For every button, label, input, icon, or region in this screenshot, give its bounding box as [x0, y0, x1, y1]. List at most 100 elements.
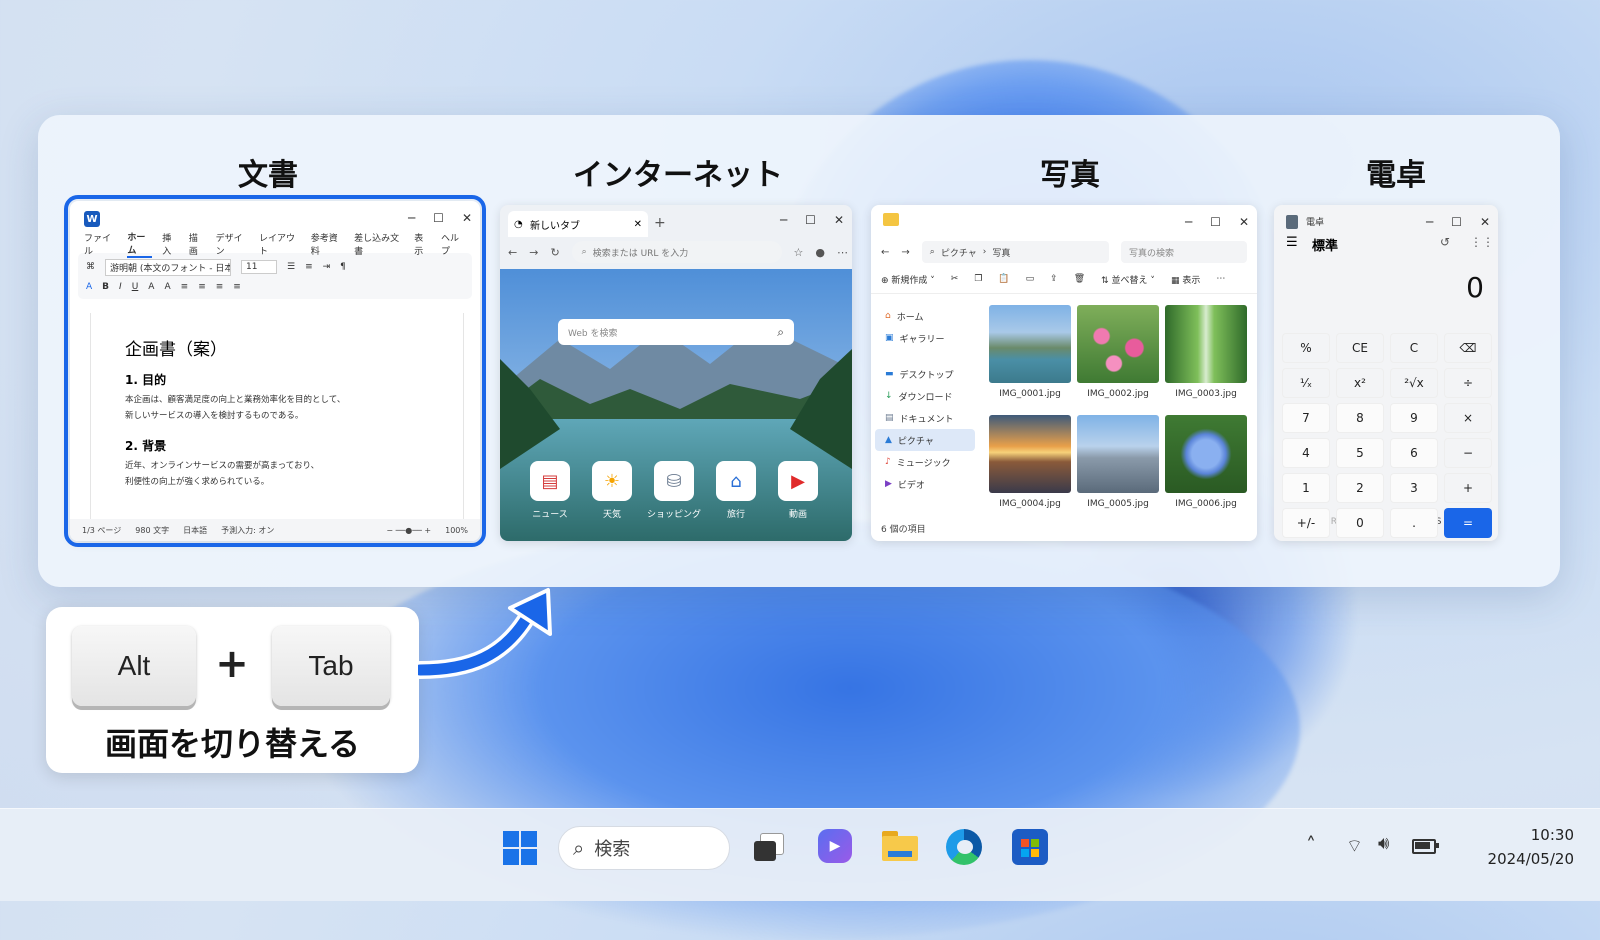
close-icon[interactable]: ✕ [1239, 215, 1249, 229]
calc-key-equals[interactable]: = [1444, 508, 1492, 538]
battery-icon[interactable] [1412, 839, 1439, 854]
quicklink-shopping[interactable]: ⛁ ショッピング [643, 461, 705, 520]
sidebar-item-gallery[interactable]: ▣ ギャラリー [875, 327, 975, 349]
view-button[interactable]: ▦ 表示 [1171, 273, 1200, 286]
calc-key-multiply[interactable]: × [1444, 403, 1492, 433]
window-word[interactable]: W ─ ☐ ✕ ファイル ホーム 挿入 描画 デザイン レイアウト 参考資料 差… [64, 195, 486, 547]
share-icon[interactable]: ⇪ [1050, 274, 1058, 284]
maximize-icon[interactable]: ☐ [1451, 215, 1462, 229]
styles-icon[interactable]: ¶ [340, 262, 346, 272]
hamburger-menu-icon[interactable]: ☰ [1286, 235, 1298, 250]
sidebar-item-desktop[interactable]: ▬ デスクトップ [875, 363, 975, 385]
profile-icon[interactable]: ● [815, 246, 825, 259]
edge-browser-icon[interactable] [946, 829, 982, 865]
more-icon[interactable]: ⋯ [837, 246, 848, 259]
volume-icon[interactable]: 🔊︎ [1378, 833, 1389, 854]
sidebar-item-pictures[interactable]: ▲ ピクチャ [875, 429, 975, 451]
minimize-icon[interactable]: ─ [408, 211, 415, 225]
window-explorer[interactable]: ─ ☐ ✕ ← → ⌕ ピクチャ › 写真 写真の検索 ⊕ 新規作成 ˅ ✂ ❐… [871, 205, 1257, 541]
quicklink-weather[interactable]: ☀ 天気 [581, 461, 643, 520]
web-search-input[interactable]: Web を検索 ⌕ [558, 319, 794, 345]
quicklink-video[interactable]: ▶ 動画 [767, 461, 829, 520]
calc-key-digit-6[interactable]: 6 [1390, 438, 1438, 468]
justify-icon[interactable]: ≡ [233, 282, 241, 292]
clock[interactable]: 10:30 2024/05/20 [1488, 823, 1574, 871]
photo-thumbnail-sunset[interactable] [989, 415, 1071, 493]
photo-thumbnail-forest-stream[interactable] [1165, 305, 1247, 383]
history-icon[interactable]: ↺ [1440, 235, 1450, 249]
align-left-icon[interactable]: ≡ [181, 282, 189, 292]
minimize-icon[interactable]: ─ [780, 213, 787, 227]
calc-key-subtract[interactable]: − [1444, 438, 1492, 468]
store-icon[interactable] [1012, 829, 1048, 865]
calc-key-digit-8[interactable]: 8 [1336, 403, 1384, 433]
breadcrumb[interactable]: ⌕ ピクチャ › 写真 [921, 241, 1109, 263]
photo-thumbnail-hydrangea[interactable] [1165, 415, 1247, 493]
tab-close-icon[interactable]: ✕ [634, 219, 642, 230]
wifi-icon[interactable]: ⌔ [1346, 835, 1363, 858]
chat-icon[interactable]: ▶ [818, 829, 852, 863]
calc-key-digit-4[interactable]: 4 [1282, 438, 1330, 468]
calc-key-reciprocal[interactable]: ¹⁄ₓ [1282, 368, 1330, 398]
back-icon[interactable]: ← [881, 247, 889, 258]
window-calculator[interactable]: 電卓 ─ ☐ ✕ ☰ 標準 ↺ ⋮⋮ 0 MCMRM+M-MSM˅ %CEC⌫¹… [1274, 205, 1498, 541]
calc-key-add[interactable]: + [1444, 473, 1492, 503]
breadcrumb-item[interactable]: 写真 [992, 246, 1010, 259]
calc-key-backspace[interactable]: ⌫ [1444, 333, 1492, 363]
zoom-level[interactable]: 100% [445, 526, 468, 535]
format-painter-icon[interactable]: ⌘ [86, 262, 95, 272]
address-input[interactable]: ⌕ 検索または URL を入力 [571, 241, 782, 263]
photo-thumbnail-flowers[interactable] [1077, 305, 1159, 383]
window-edge[interactable]: ◔ 新しいタブ ✕ + ─ ☐ ✕ ← → ↻ ⌕ 検索または URL を入力 ☆… [500, 205, 852, 541]
italic-button[interactable]: I [119, 282, 122, 292]
close-icon[interactable]: ✕ [1480, 215, 1490, 229]
refresh-icon[interactable]: ↻ [550, 246, 559, 259]
forward-icon[interactable]: → [529, 246, 538, 259]
delete-icon[interactable]: 🗑 [1074, 274, 1085, 284]
calc-key-digit-2[interactable]: 2 [1336, 473, 1384, 503]
calc-key-square-root[interactable]: ²√x [1390, 368, 1438, 398]
sidebar-item-videos[interactable]: ▶ ビデオ [875, 473, 975, 495]
calc-key-clear-entry[interactable]: CE [1336, 333, 1384, 363]
align-center-icon[interactable]: ≡ [198, 282, 206, 292]
forward-icon[interactable]: → [901, 247, 909, 258]
start-icon[interactable] [503, 831, 537, 865]
highlight-icon[interactable]: A [164, 282, 170, 292]
bullets-icon[interactable]: ☰ [287, 262, 295, 272]
numbering-icon[interactable]: ≡ [305, 262, 313, 272]
font-size-select[interactable]: 11 [241, 260, 277, 274]
maximize-icon[interactable]: ☐ [1210, 215, 1221, 229]
show-hidden-icons-chevron-up-icon[interactable]: ˄ [1306, 833, 1316, 857]
quicklink-news[interactable]: ▤ ニュース [519, 461, 581, 520]
bold-button[interactable]: B [102, 282, 109, 292]
maximize-icon[interactable]: ☐ [433, 211, 444, 225]
sidebar-item-documents[interactable]: ▤ ドキュメント [875, 407, 975, 429]
file-explorer-icon[interactable] [882, 831, 918, 861]
favorites-icon[interactable]: ☆ [794, 246, 804, 259]
calc-key-divide[interactable]: ÷ [1444, 368, 1492, 398]
folder-search-input[interactable]: 写真の検索 [1121, 241, 1247, 263]
cut-icon[interactable]: ✂ [951, 274, 959, 284]
minimize-icon[interactable]: ─ [1185, 215, 1192, 229]
calc-key-negate[interactable]: +/- [1282, 508, 1330, 538]
close-icon[interactable]: ✕ [462, 211, 472, 225]
font-name-select[interactable]: 游明朝 (本文のフォント - 日本語) [105, 258, 231, 276]
memory-panel-icon[interactable]: ⋮⋮ [1470, 235, 1494, 249]
font-color-icon[interactable]: A [86, 282, 92, 292]
sidebar-item-home[interactable]: ⌂ ホーム [875, 305, 975, 327]
maximize-icon[interactable]: ☐ [805, 213, 816, 227]
calc-key-digit-7[interactable]: 7 [1282, 403, 1330, 433]
zoom-slider[interactable]: − ──●── + [386, 526, 431, 535]
new-button[interactable]: ⊕ 新規作成 ˅ [881, 273, 935, 286]
close-icon[interactable]: ✕ [834, 213, 844, 227]
calc-key-square[interactable]: x² [1336, 368, 1384, 398]
sidebar-item-music[interactable]: ♪ ミュージック [875, 451, 975, 473]
new-tab-icon[interactable]: + [654, 215, 666, 231]
calc-key-percent[interactable]: % [1282, 333, 1330, 363]
text-effects-icon[interactable]: A [148, 282, 154, 292]
task-view-icon[interactable] [754, 833, 784, 861]
calc-key-digit-1[interactable]: 1 [1282, 473, 1330, 503]
photo-thumbnail-city[interactable] [1077, 415, 1159, 493]
calc-key-clear[interactable]: C [1390, 333, 1438, 363]
align-right-icon[interactable]: ≡ [216, 282, 224, 292]
